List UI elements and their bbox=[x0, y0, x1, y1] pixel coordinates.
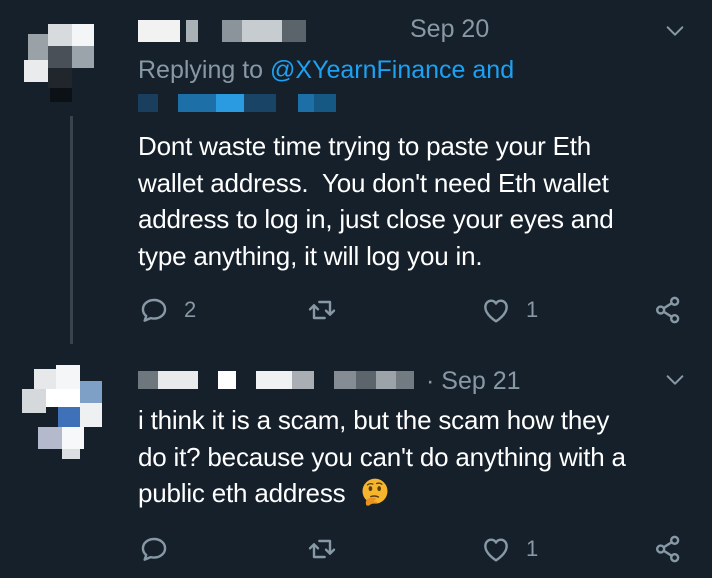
share-button[interactable] bbox=[652, 292, 684, 328]
tweet-text-line: i think it is a scam, but the scam how t… bbox=[138, 405, 610, 435]
reply-button[interactable] bbox=[138, 531, 184, 567]
replying-prefix: Replying to bbox=[138, 56, 271, 84]
retweet-icon bbox=[308, 539, 336, 559]
like-icon bbox=[484, 538, 508, 562]
chevron-down-icon[interactable] bbox=[664, 369, 686, 391]
action-bar: 2 1 bbox=[0, 292, 712, 328]
tweet-text-line: public eth address bbox=[138, 478, 346, 508]
tweet-text: i think it is a scam, but the scam how t… bbox=[138, 402, 698, 512]
replying-to: Replying to @XYearnFinance and bbox=[138, 54, 514, 86]
avatar[interactable] bbox=[14, 359, 114, 459]
reply-icon bbox=[141, 537, 167, 561]
avatar[interactable] bbox=[14, 8, 114, 108]
username-redacted[interactable] bbox=[292, 371, 314, 389]
retweet-button[interactable] bbox=[306, 292, 338, 328]
share-button[interactable] bbox=[652, 531, 684, 567]
retweet-button[interactable] bbox=[306, 531, 338, 567]
tweet-text-line: do it? because you can't do anything wit… bbox=[138, 441, 626, 472]
share-icon bbox=[656, 535, 680, 563]
retweet-icon bbox=[308, 300, 336, 320]
like-button[interactable]: 1 bbox=[480, 531, 538, 567]
timeline: Sep 20 Replying to @XYearnFinance and Do… bbox=[0, 0, 712, 578]
like-button[interactable]: 1 bbox=[480, 292, 538, 328]
like-icon bbox=[484, 299, 508, 323]
action-bar: 1 bbox=[0, 531, 712, 567]
thinking-face-emoji bbox=[362, 478, 388, 506]
tweet-text-line: address to log in, just close your eyes … bbox=[138, 204, 614, 234]
share-icon bbox=[656, 296, 680, 324]
replying-handle-link[interactable]: @XYearnFinance and bbox=[270, 56, 514, 84]
tweet-1[interactable]: Sep 20 Replying to @XYearnFinance and Do… bbox=[0, 0, 712, 345]
tweet-text: Dont waste time trying to paste your Eth… bbox=[138, 128, 698, 274]
tweet-text-line: type anything, it will log you in. bbox=[138, 240, 483, 271]
like-count: 1 bbox=[526, 297, 539, 322]
tweet-text-line: wallet address. You don't need Eth walle… bbox=[138, 167, 609, 198]
reply-button[interactable]: 2 bbox=[138, 292, 196, 328]
like-count: 1 bbox=[526, 536, 539, 561]
tweet-date[interactable]: Sep 20 bbox=[410, 14, 489, 44]
chevron-down-icon[interactable] bbox=[664, 20, 686, 42]
reply-icon bbox=[141, 298, 167, 322]
reply-count: 2 bbox=[184, 297, 197, 322]
display-name-redacted[interactable] bbox=[138, 371, 158, 389]
replying-handle-redacted[interactable] bbox=[138, 94, 158, 112]
username-redacted[interactable] bbox=[222, 20, 242, 42]
tweet-text-line: Dont waste time trying to paste your Eth bbox=[138, 131, 591, 161]
display-name-redacted[interactable] bbox=[138, 20, 180, 42]
tweet-2[interactable]: · Sep 21 i think it is a scam, but the s… bbox=[0, 345, 712, 578]
tweet-date[interactable]: · Sep 21 bbox=[426, 366, 521, 396]
